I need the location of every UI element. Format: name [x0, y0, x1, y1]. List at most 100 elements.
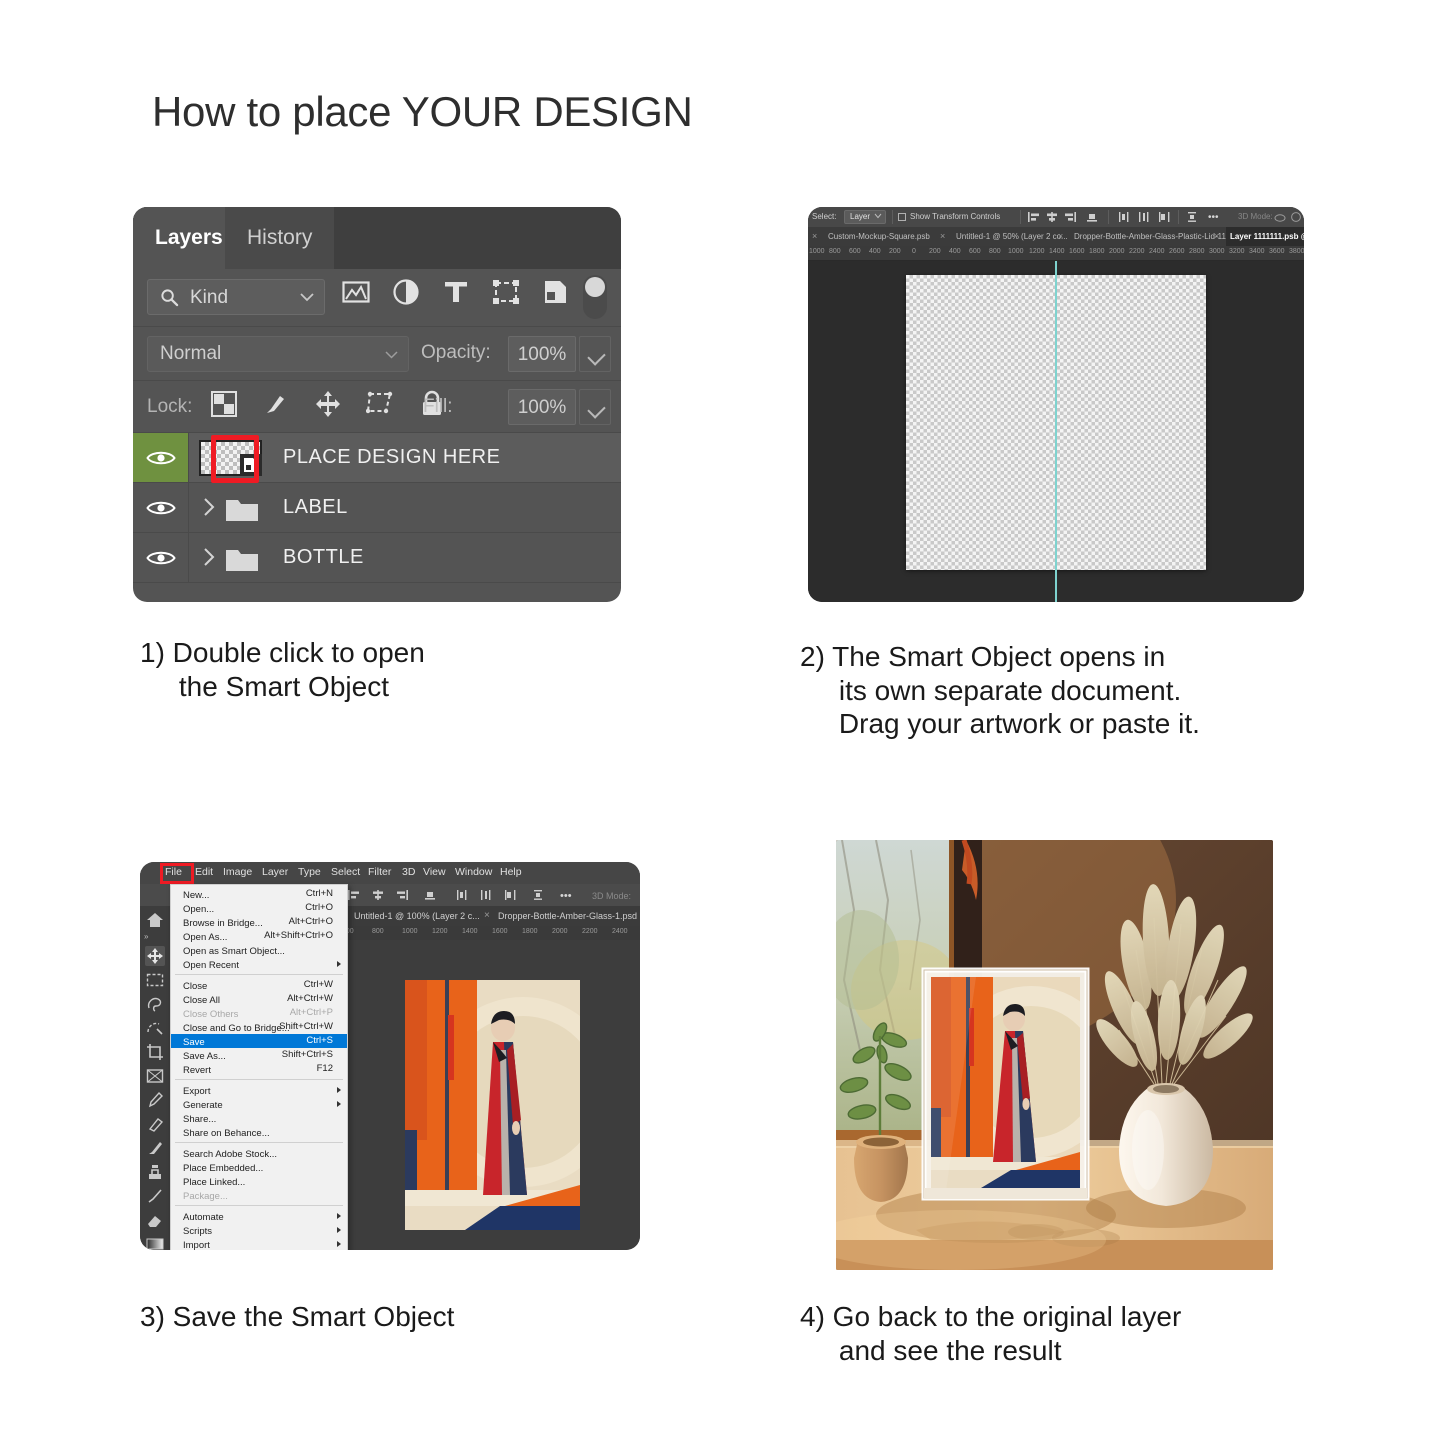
menu-image[interactable]: Image	[223, 866, 252, 878]
layer-visibility-toggle[interactable]	[133, 483, 189, 532]
fill-slider-toggle[interactable]	[579, 389, 611, 425]
table-row[interactable]: BOTTLE	[133, 533, 621, 583]
smart-object-filter-icon[interactable]	[541, 277, 571, 307]
menu-item-new[interactable]: New... Ctrl+N	[171, 887, 347, 901]
align-left-icon[interactable]	[1028, 211, 1040, 223]
doc-tab-untitled-1[interactable]: Untitled-1 @ 100% (Layer 2 c...	[354, 906, 480, 926]
distribute-center-icon[interactable]	[1138, 211, 1150, 223]
layer-visibility-toggle[interactable]	[133, 533, 189, 582]
spot-healing-brush-tool-icon[interactable]	[145, 1114, 165, 1134]
menu-help[interactable]: Help	[500, 866, 522, 878]
menu-item-open-as[interactable]: Open As... Alt+Shift+Ctrl+O	[171, 929, 347, 943]
distribute-vertical-icon[interactable]	[1186, 211, 1198, 223]
doc-tab-layer-1111111[interactable]: Layer 1111111.psb @ 25% (Background Colo…	[1226, 227, 1304, 246]
lock-transparent-pixels-icon[interactable]	[209, 389, 239, 419]
align-bottom-icon[interactable]	[424, 889, 436, 901]
menu-item-open-recent[interactable]: Open Recent	[171, 957, 347, 971]
checkbox-icon[interactable]	[898, 213, 906, 221]
menu-select[interactable]: Select	[331, 866, 360, 878]
menu-edit[interactable]: Edit	[195, 866, 213, 878]
distribute-right-icon[interactable]	[504, 889, 516, 901]
menu-item-close-and-go-to-bridge[interactable]: Close and Go to Bridge... Shift+Ctrl+W	[171, 1020, 347, 1034]
chevron-right-icon[interactable]	[201, 546, 217, 568]
lock-position-icon[interactable]	[313, 389, 343, 419]
doc-tab-custom-mockup[interactable]: Custom-Mockup-Square.psb	[824, 227, 934, 246]
lock-image-pixels-icon[interactable]	[261, 389, 291, 419]
table-row[interactable]: LABEL	[133, 483, 621, 533]
doc-tab-untitled-1[interactable]: Untitled-1 @ 50% (Layer 2 co...	[952, 227, 1072, 246]
menu-item-browse-in-bridge[interactable]: Browse in Bridge... Alt+Ctrl+O	[171, 915, 347, 929]
distribute-center-icon[interactable]	[480, 889, 492, 901]
gradient-tool-icon[interactable]	[145, 1234, 165, 1250]
doc-tab-dropper-bottle[interactable]: Dropper-Bottle-Amber-Glass-1.psd	[498, 906, 637, 926]
menu-item-open-as-smart-object[interactable]: Open as Smart Object...	[171, 943, 347, 957]
shape-filter-icon[interactable]	[491, 277, 521, 307]
close-icon[interactable]: ×	[1214, 227, 1219, 246]
lasso-tool-icon[interactable]	[145, 994, 165, 1014]
history-icon[interactable]	[1290, 211, 1302, 223]
clone-stamp-tool-icon[interactable]	[145, 1162, 165, 1182]
chevron-right-icon[interactable]	[201, 496, 217, 518]
menu-filter[interactable]: Filter	[368, 866, 391, 878]
frame-tool-icon[interactable]	[145, 1066, 165, 1086]
menu-item-place-linked[interactable]: Place Linked...	[171, 1174, 347, 1188]
table-row[interactable]: PLACE DESIGN HERE	[133, 433, 621, 483]
tab-history[interactable]: History	[225, 207, 335, 269]
menu-item-revert[interactable]: Revert F12	[171, 1062, 347, 1076]
align-center-horizontal-icon[interactable]	[1046, 211, 1058, 223]
menu-window[interactable]: Window	[455, 866, 492, 878]
align-right-icon[interactable]	[1064, 211, 1076, 223]
menu-item-share-on-behance[interactable]: Share on Behance...	[171, 1125, 347, 1139]
fill-value[interactable]: 100%	[508, 389, 576, 425]
align-bottom-icon[interactable]	[1086, 211, 1098, 223]
quick-selection-tool-icon[interactable]	[145, 1018, 165, 1038]
menu-item-close-all[interactable]: Close All Alt+Ctrl+W	[171, 992, 347, 1006]
menu-item-export[interactable]: Export	[171, 1083, 347, 1097]
menu-item-save[interactable]: Save Ctrl+S	[171, 1034, 347, 1048]
kind-filter-dropdown[interactable]: Kind	[147, 279, 325, 315]
cloud-icon[interactable]	[1274, 211, 1286, 223]
menu-item-generate[interactable]: Generate	[171, 1097, 347, 1111]
menu-item-open[interactable]: Open... Ctrl+O	[171, 901, 347, 915]
lock-artboard-icon[interactable]	[365, 389, 395, 419]
menu-item-save-as[interactable]: Save As... Shift+Ctrl+S	[171, 1048, 347, 1062]
eyedropper-tool-icon[interactable]	[145, 1090, 165, 1110]
menu-item-scripts[interactable]: Scripts	[171, 1223, 347, 1237]
image-filter-icon[interactable]	[341, 277, 371, 307]
distribute-right-icon[interactable]	[1158, 211, 1170, 223]
document-canvas[interactable]	[340, 940, 640, 1250]
align-left-icon[interactable]	[348, 889, 360, 901]
move-tool-icon[interactable]	[145, 946, 165, 966]
close-icon[interactable]: ×	[812, 227, 817, 246]
opacity-slider-toggle[interactable]	[579, 336, 611, 372]
close-icon[interactable]: ×	[940, 227, 945, 246]
crop-tool-icon[interactable]	[145, 1042, 165, 1062]
eraser-tool-icon[interactable]	[145, 1210, 165, 1230]
rectangular-marquee-tool-icon[interactable]	[145, 970, 165, 990]
more-options-icon[interactable]: •••	[560, 890, 572, 902]
filter-enable-toggle[interactable]	[583, 275, 607, 319]
menu-layer[interactable]: Layer	[262, 866, 288, 878]
close-icon[interactable]: ×	[1058, 227, 1063, 246]
blend-mode-dropdown[interactable]: Normal	[147, 336, 409, 372]
menu-item-import[interactable]: Import	[171, 1237, 347, 1250]
close-icon[interactable]: ×	[484, 906, 490, 926]
menu-item-search-adobe-stock[interactable]: Search Adobe Stock...	[171, 1146, 347, 1160]
distribute-vertical-icon[interactable]	[532, 889, 544, 901]
menu-type[interactable]: Type	[298, 866, 321, 878]
align-right-icon[interactable]	[396, 889, 408, 901]
menu-3d[interactable]: 3D	[402, 866, 415, 878]
home-icon[interactable]	[145, 910, 165, 930]
history-brush-tool-icon[interactable]	[145, 1186, 165, 1206]
collapse-tools-icon[interactable]: »	[144, 932, 148, 941]
document-canvas[interactable]	[808, 261, 1304, 602]
menu-item-close[interactable]: Close Ctrl+W	[171, 978, 347, 992]
distribute-left-icon[interactable]	[456, 889, 468, 901]
menu-view[interactable]: View	[423, 866, 446, 878]
adjustment-filter-icon[interactable]	[391, 277, 421, 307]
layer-visibility-toggle[interactable]	[133, 433, 189, 482]
align-center-horizontal-icon[interactable]	[372, 889, 384, 901]
brush-tool-icon[interactable]	[145, 1138, 165, 1158]
distribute-left-icon[interactable]	[1118, 211, 1130, 223]
menu-item-automate[interactable]: Automate	[171, 1209, 347, 1223]
